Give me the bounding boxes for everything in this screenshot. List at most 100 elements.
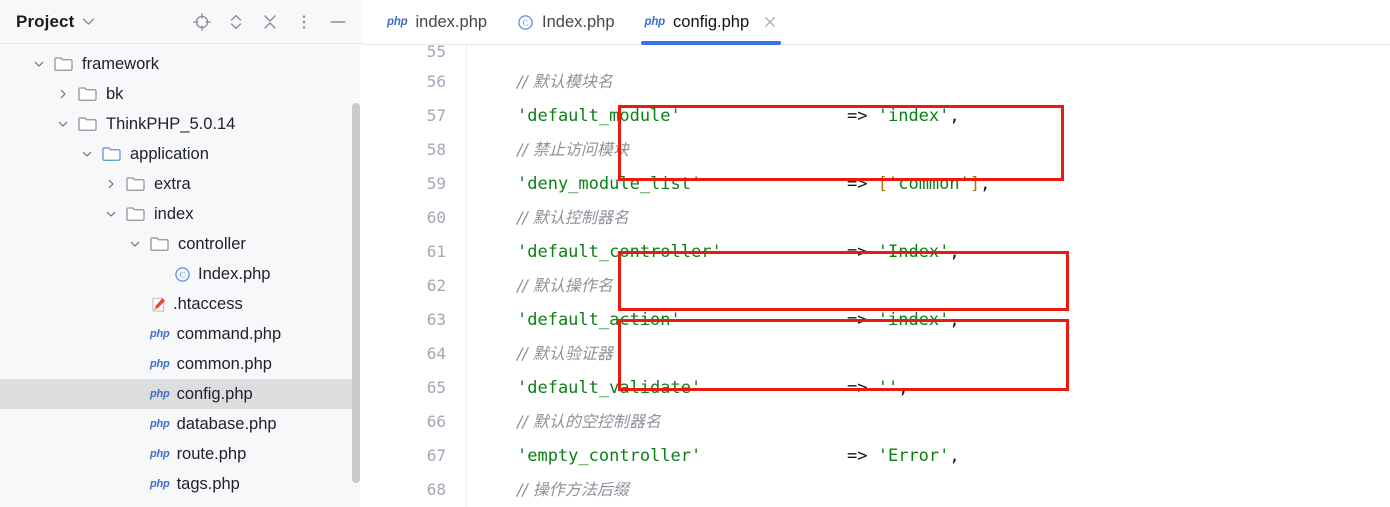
editor-tab-label: Index.php xyxy=(542,12,615,31)
code-line-67: 'empty_controller' => 'Error', xyxy=(517,439,1390,473)
config-value: 'index' xyxy=(877,106,950,126)
code-line-58: // 禁止访问模块 xyxy=(517,133,1390,167)
code-line-56: // 默认模块名 xyxy=(517,65,1390,99)
tree-item-index[interactable]: index xyxy=(0,199,362,229)
close-bracket: ] xyxy=(969,174,981,194)
tree-item-extra[interactable]: extra xyxy=(0,169,362,199)
chevron-down-icon[interactable] xyxy=(48,119,78,129)
tree-item-label: extra xyxy=(154,174,191,193)
arrow-operator: => xyxy=(847,242,868,262)
code-comment: // 操作方法后缀 xyxy=(517,480,629,499)
chevron-right-icon[interactable] xyxy=(96,179,126,189)
code-line-64: // 默认验证器 xyxy=(517,337,1390,371)
tree-item-label: ThinkPHP_5.0.14 xyxy=(106,114,236,133)
chevron-right-icon[interactable] xyxy=(48,89,78,99)
chevron-down-icon[interactable] xyxy=(82,16,95,28)
code-content[interactable]: // 默认模块名 'default_module' => 'index', // 禁止… xyxy=(467,45,1390,507)
php-file-icon: php xyxy=(150,358,170,370)
code-line-59: 'deny_module_list' => ['common'], xyxy=(517,167,1390,201)
collapse-all-icon[interactable] xyxy=(260,12,280,32)
close-icon[interactable] xyxy=(763,15,777,29)
tree-item-label: route.php xyxy=(176,444,247,463)
open-bracket: [ xyxy=(877,174,888,194)
project-panel: Project framework bk ThinkPHP_5.0.14 app… xyxy=(0,0,362,507)
config-key: 'empty_controller' xyxy=(517,446,702,466)
tree-item-htaccess[interactable]: .htaccess xyxy=(0,289,362,319)
code-line-68: // 操作方法后缀 xyxy=(517,473,1390,507)
tree-item-controller[interactable]: controller xyxy=(0,229,362,259)
arrow-operator: => xyxy=(847,106,868,126)
tree-item-bk[interactable]: bk xyxy=(0,79,362,109)
tree-item-label: .htaccess xyxy=(173,294,243,313)
line-number: 65 xyxy=(426,378,446,397)
class-file-icon: C xyxy=(517,14,534,31)
locate-target-icon[interactable] xyxy=(192,12,212,32)
project-panel-title: Project xyxy=(16,11,75,31)
tree-item-route-php[interactable]: php route.php xyxy=(0,439,362,469)
php-file-icon: php xyxy=(644,16,666,28)
folder-icon xyxy=(126,206,146,222)
project-panel-scrollbar[interactable] xyxy=(352,103,360,483)
line-number: 56 xyxy=(426,72,446,91)
project-file-tree[interactable]: framework bk ThinkPHP_5.0.14 application ext… xyxy=(0,44,362,507)
code-comment: // 默认验证器 xyxy=(517,344,613,363)
expand-all-icon[interactable] xyxy=(226,12,246,32)
editor-tab-label: index.php xyxy=(415,12,488,31)
tree-item-config-php[interactable]: php config.php xyxy=(0,379,362,409)
htaccess-file-icon xyxy=(150,296,167,313)
code-comment: // 禁止访问模块 xyxy=(517,140,629,159)
line-number: 58 xyxy=(426,140,446,159)
editor-tab-index-php[interactable]: C Index.php xyxy=(502,0,629,45)
tree-item-thinkphp-5-0-14[interactable]: ThinkPHP_5.0.14 xyxy=(0,109,362,139)
chevron-down-icon[interactable] xyxy=(96,209,126,219)
tree-item-label: database.php xyxy=(176,414,277,433)
code-line-65: 'default_validate' => '', xyxy=(517,371,1390,405)
ide-window: Project framework bk ThinkPHP_5.0.14 app… xyxy=(0,0,1390,507)
folder-icon xyxy=(102,146,122,162)
code-comment: // 默认的空控制器名 xyxy=(517,412,661,431)
chevron-down-icon[interactable] xyxy=(120,239,150,249)
code-line-57: 'default_module' => 'index', xyxy=(517,99,1390,133)
php-file-icon: php xyxy=(150,478,170,490)
config-value: 'common' xyxy=(887,174,970,194)
code-line-66: // 默认的空控制器名 xyxy=(517,405,1390,439)
php-file-icon: php xyxy=(150,328,170,340)
config-key: 'default_module' xyxy=(517,106,681,126)
tree-item-index-php[interactable]: C Index.php xyxy=(0,259,362,289)
tree-item-common-php[interactable]: php common.php xyxy=(0,349,362,379)
line-number: 63 xyxy=(426,310,446,329)
class-file-icon: C xyxy=(174,266,191,283)
project-panel-toolbar xyxy=(192,12,352,32)
line-number: 61 xyxy=(426,242,446,261)
editor-tab-index-php[interactable]: php index.php xyxy=(372,0,502,45)
comma: , xyxy=(949,242,960,262)
editor-tab-config-php[interactable]: php config.php xyxy=(630,0,793,45)
config-value: 'index' xyxy=(877,310,950,330)
line-number: 59 xyxy=(426,174,446,193)
code-comment: // 默认操作名 xyxy=(517,276,613,295)
tree-item-database-php[interactable]: php database.php xyxy=(0,409,362,439)
tree-item-command-php[interactable]: php command.php xyxy=(0,319,362,349)
more-options-icon[interactable] xyxy=(294,12,314,32)
code-comment: // 默认控制器名 xyxy=(517,208,629,227)
config-key: 'default_controller' xyxy=(517,242,722,262)
project-panel-header: Project xyxy=(0,0,362,44)
folder-icon xyxy=(150,236,170,252)
tree-item-tags-php[interactable]: php tags.php xyxy=(0,469,362,499)
tree-item-application[interactable]: application xyxy=(0,139,362,169)
chevron-down-icon[interactable] xyxy=(24,59,54,69)
arrow-operator: => xyxy=(847,446,868,466)
php-file-icon: php xyxy=(387,16,408,28)
code-line-61: 'default_controller' => 'Index', xyxy=(517,235,1390,269)
chevron-down-icon[interactable] xyxy=(72,149,102,159)
line-number: 66 xyxy=(426,412,446,431)
minimize-icon[interactable] xyxy=(328,12,348,32)
php-file-icon: php xyxy=(150,448,170,460)
active-tab-indicator xyxy=(640,40,782,45)
tree-item-framework[interactable]: framework xyxy=(0,49,362,79)
tree-item-label: controller xyxy=(178,234,246,253)
comma: , xyxy=(949,106,960,126)
editor-tab-bar: php index.php C Index.php php config.php xyxy=(362,0,1390,45)
config-key: 'default_validate' xyxy=(517,378,702,398)
